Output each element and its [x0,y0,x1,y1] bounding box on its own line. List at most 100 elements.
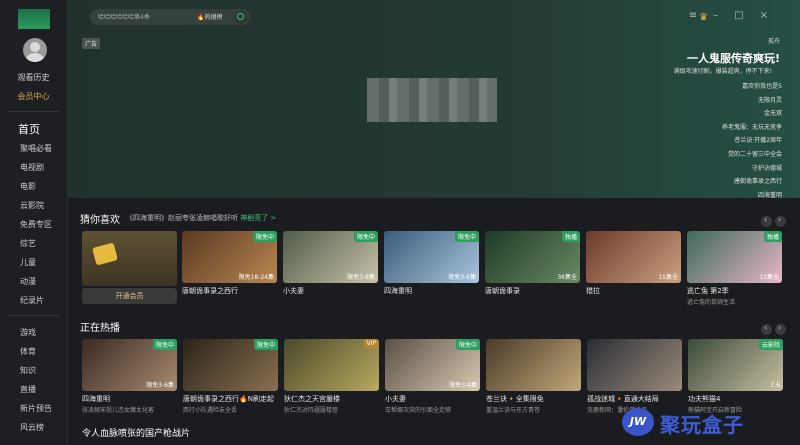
hero-banner[interactable] [67,0,800,198]
vip-center-link[interactable]: 会员中心 [0,91,67,102]
video-card[interactable]: 云影院 7.6 功夫熊猫4 熊猫阿宝开启新冒险 [688,339,783,414]
row2-arrows [758,320,786,339]
video-title[interactable]: 孤战迷城🔸直通大结局 [587,394,682,404]
sidebar: 观看历史 会员中心 首页 聚唱必看 电视剧 电影 云影院 免费专区 综艺 儿童 … [0,0,68,445]
video-poster[interactable]: 限免中 限免3-6集 [384,231,479,283]
video-poster[interactable]: 限免中 限免3-6集 [82,339,177,391]
menu-icon[interactable]: ≡ [689,10,713,21]
hero-list-item[interactable]: 四海重明 [722,189,782,203]
hero-list-item[interactable]: 金无双 [722,107,782,121]
video-title[interactable]: 唐朝诡事录之西行🔥N刷走起 [183,394,278,404]
sidebar-item-anime[interactable]: 动漫 [20,276,36,287]
sidebar-item-live[interactable]: 直播 [20,384,36,395]
status-badge: 限免中 [152,339,177,350]
video-title[interactable]: 狄仁杰之天宫蜃楼 [284,394,379,404]
video-card[interactable]: 15集全猎拉 [586,231,681,296]
sidebar-item-games[interactable]: 游戏 [20,327,36,338]
video-card[interactable]: 独播 36集全唐朝诡事录 [485,231,580,296]
video-poster[interactable]: 限免中 限免3-8集 [283,231,378,283]
more-link[interactable]: 神剧亮了 > [240,214,276,222]
video-card[interactable]: 限免中 限免3-6集四海重明张凌赫宋祖儿恋女魔太化客 [82,339,177,414]
status-badge: 限免中 [454,231,479,242]
video-title[interactable]: 苍兰诀🔸全集限免 [486,394,581,404]
next-arrow-icon[interactable] [775,215,786,227]
video-title[interactable]: 逃亡兔 第2季 [687,286,782,296]
next-arrow-icon[interactable] [775,323,786,335]
video-card[interactable]: 限免中 限免3-6集四海重明 [384,231,479,296]
video-title[interactable]: 小夫妻 [283,286,378,296]
minimize-icon[interactable]: – [713,10,734,21]
sidebar-item-free[interactable]: 免费专区 [20,219,52,230]
hot-search-label: 热搜榜 [204,14,223,21]
video-card[interactable]: 苍兰诀🔸全集限免 重温兰诀与东方青苍 [486,339,581,414]
video-card[interactable]: 限免中 唐朝诡事录之西行🔥N刷走起 西行小队遇险友全丢 [183,339,278,414]
open-vip-button[interactable]: 开通会员 [82,288,177,304]
video-title[interactable]: 四海重明 [82,394,177,404]
video-poster[interactable]: 限免中 限免3-8集 [385,339,480,391]
avatar[interactable] [23,38,47,62]
close-icon[interactable]: × [760,10,784,21]
search-input[interactable]: 哈哈哈哈哈哈第4季 [98,12,150,21]
video-poster[interactable]: 独播 13集全 [687,231,782,283]
status-badge: 限免中 [252,231,277,242]
video-title[interactable]: 唐朝诡事录之西行 [182,286,277,296]
hero-list-item[interactable]: 唐朝诡事录之西行 [722,175,782,189]
sidebar-item-kids[interactable]: 儿童 [20,257,36,268]
prev-arrow-icon[interactable] [761,323,772,335]
watch-history-link[interactable]: 观看历史 [0,72,67,83]
video-poster[interactable]: 限免中 限免18-24集 [182,231,277,283]
sidebar-item-home[interactable]: 首页 [18,121,40,137]
sidebar-item-rankings[interactable]: 风云榜 [20,422,44,433]
sidebar-item-cloud-cinema[interactable]: 云影院 [20,200,44,211]
search-bar[interactable]: 哈哈哈哈哈哈第4季 🔥热搜榜 [90,9,250,25]
search-icon[interactable] [234,10,248,24]
video-poster[interactable]: VIP [284,339,379,391]
video-subtitle: 重温兰诀与东方青苍 [486,407,541,414]
status-badge: 限免中 [455,339,480,350]
video-card[interactable]: 独播 13集全 逃亡兔 第2季 逃亡兔的鼠绑生活 [687,231,782,306]
sidebar-item-variety[interactable]: 综艺 [20,238,36,249]
sidebar-item-must-watch[interactable]: 聚唱必看 [20,143,52,154]
video-card[interactable]: 孤战迷城🔸直通大结局 克鹿新网：潘伦谋浅浪 [587,339,682,414]
video-title[interactable]: 功夫熊猫4 [688,394,783,404]
hero-close-label[interactable]: 孤舟 [768,36,780,45]
video-title[interactable]: 唐朝诡事录 [485,286,580,296]
prev-arrow-icon[interactable] [761,215,772,227]
video-card[interactable]: 限免中 限免3-8集小夫妻 [283,231,378,296]
sidebar-item-documentary[interactable]: 纪录片 [20,295,44,306]
hero-list-item[interactable]: 苍兰诀·开播2周年 [722,134,782,148]
video-card[interactable]: 限免中 限免18-24集唐朝诡事录之西行 [182,231,277,296]
sidebar-item-trailers[interactable]: 新片预告 [20,403,52,414]
hero-list-item[interactable]: 嘉欢你我也是5 [722,80,782,94]
sidebar-item-knowledge[interactable]: 知识 [20,365,36,376]
hero-list-item[interactable]: 守护沾德城 [722,162,782,176]
video-title[interactable]: 四海重明 [384,286,479,296]
hero-list-item[interactable]: 养老鬼服：无坑无竞争 [722,121,782,135]
video-poster[interactable]: 15集全 [586,231,681,283]
hero-list-item[interactable]: 无限月灵 [722,94,782,108]
status-badge: 独播 [561,231,580,242]
hero-list: 嘉欢你我也是5 无限月灵 金无双 养老鬼服：无坑无竞争 苍兰诀·开播2周年 觉的… [722,80,782,202]
app-logo[interactable] [18,9,50,29]
row1-arrows [758,212,786,231]
status-badge: 独播 [763,231,782,242]
hot-search-link[interactable]: 🔥热搜榜 [197,12,223,21]
video-subtitle: 张凌赫宋祖儿恋女魔太化客 [82,407,155,414]
hero-list-item[interactable]: 觉的二十留三中全会 [722,148,782,162]
video-card[interactable]: VIP 狄仁杰之天宫蜃楼 狄仁杰对阵疆蜃楼怪 [284,339,379,414]
watermark-badge: JW [622,408,654,436]
maximize-icon[interactable]: □ [734,10,759,21]
sidebar-item-movie[interactable]: 电影 [20,181,36,192]
video-poster[interactable] [587,339,682,391]
video-poster[interactable]: 限免中 [183,339,278,391]
vip-promo-card[interactable]: 开通会员 [82,231,177,304]
video-poster[interactable] [486,339,581,391]
video-title[interactable]: 猎拉 [586,286,681,296]
video-card[interactable]: 限免中 限免3-8集小夫妻车帮娜次突的引面全走够 [385,339,480,414]
video-poster[interactable]: 独播 36集全 [485,231,580,283]
video-title[interactable]: 小夫妻 [385,394,480,404]
sidebar-item-sports[interactable]: 体育 [20,346,36,357]
sidebar-item-tv[interactable]: 电视剧 [20,162,44,173]
video-poster[interactable]: 云影院 7.6 [688,339,783,391]
video-subtitle: 车帮娜次突的引面全走够 [385,407,452,414]
